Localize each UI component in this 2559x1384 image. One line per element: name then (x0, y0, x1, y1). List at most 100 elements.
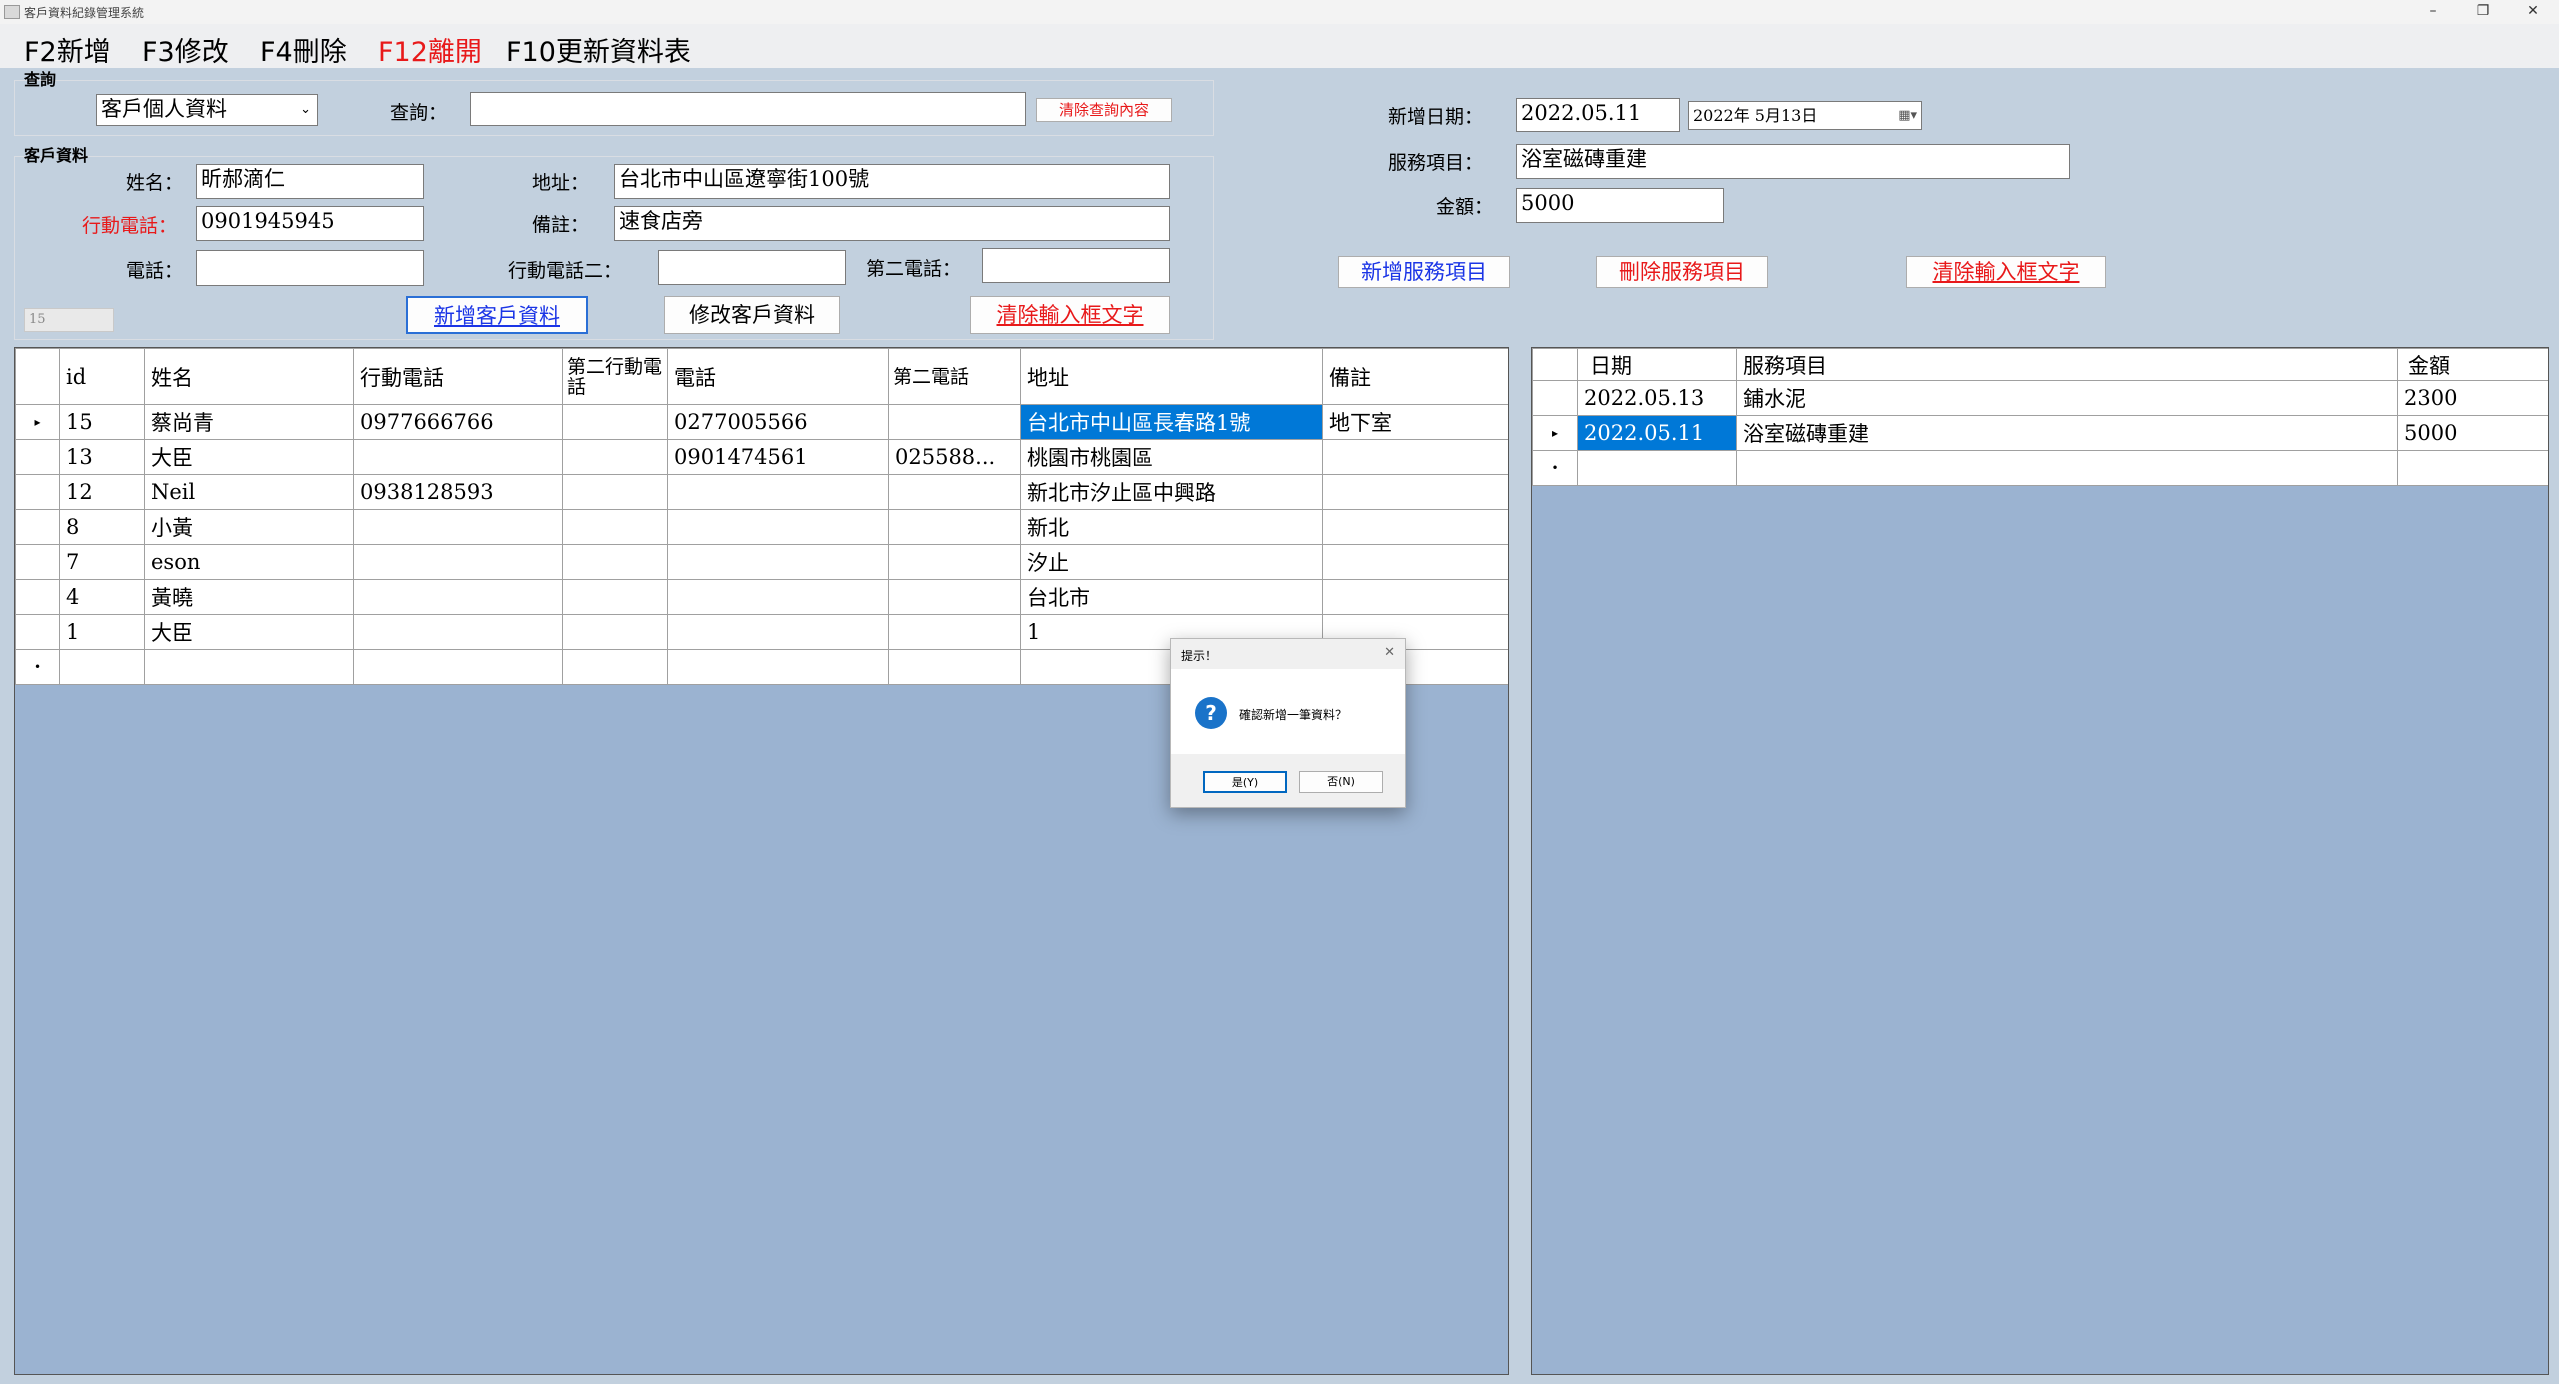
new-row[interactable]: • (1532, 450, 2548, 486)
table-cell[interactable] (667, 509, 889, 545)
mobile-input[interactable]: 0901945945 (196, 206, 424, 241)
table-cell[interactable] (353, 614, 563, 650)
row-header[interactable] (15, 544, 60, 580)
table-cell[interactable] (888, 474, 1021, 510)
table-cell[interactable] (888, 579, 1021, 615)
calendar-icon[interactable]: ▦▾ (1898, 102, 1917, 129)
table-row[interactable]: 13 大臣 0901474561 025588... 桃園市桃園區 (15, 439, 1508, 475)
table-cell[interactable]: 2300 (2397, 380, 2548, 416)
table-row[interactable]: 12 Neil 0938128593 新北市汐止區中興路 (15, 474, 1508, 510)
table-cell[interactable] (353, 579, 563, 615)
query-type-select[interactable]: 客戶個人資料 ⌄ (96, 94, 318, 126)
close-button[interactable]: ✕ (2510, 0, 2556, 24)
selected-cell[interactable]: 台北市中山區長春路1號 (1020, 404, 1323, 440)
table-cell[interactable] (667, 614, 889, 650)
add-service-button[interactable]: 新增服務項目 (1338, 256, 1510, 288)
row-header[interactable] (15, 579, 60, 615)
table-cell[interactable] (667, 649, 889, 685)
date-picker[interactable]: 2022年 5月13日 ▦▾ (1688, 101, 1922, 130)
table-cell[interactable] (1736, 450, 2398, 486)
table-row[interactable]: 8 小黃 新北 (15, 509, 1508, 545)
table-row[interactable]: 7 eson 汐止 (15, 544, 1508, 580)
minimize-button[interactable]: – (2410, 0, 2456, 24)
table-cell[interactable] (1577, 450, 1737, 486)
menu-add[interactable]: F2新增 (24, 30, 111, 69)
table-cell[interactable]: 8 (59, 509, 145, 545)
table-cell[interactable] (353, 439, 563, 475)
table-row[interactable]: ▸ 15 蔡尚青 0977666766 0277005566 台北市中山區長春路… (15, 404, 1508, 440)
table-cell[interactable] (888, 544, 1021, 580)
table-cell[interactable] (562, 404, 668, 440)
add-customer-button[interactable]: 新增客戶資料 (406, 296, 588, 334)
table-cell[interactable]: 12 (59, 474, 145, 510)
column-header[interactable]: 行動電話 (353, 348, 563, 405)
table-cell[interactable]: 4 (59, 579, 145, 615)
table-cell[interactable]: 蔡尚青 (144, 404, 354, 440)
table-cell[interactable]: 13 (59, 439, 145, 475)
table-cell[interactable] (562, 649, 668, 685)
table-cell[interactable] (59, 649, 145, 685)
column-header[interactable]: 地址 (1020, 348, 1323, 405)
table-cell[interactable]: 1 (59, 614, 145, 650)
table-cell[interactable] (562, 439, 668, 475)
table-cell[interactable]: 大臣 (144, 614, 354, 650)
table-cell[interactable] (562, 614, 668, 650)
table-cell[interactable] (1322, 474, 1508, 510)
table-cell[interactable] (888, 509, 1021, 545)
no-button[interactable]: 否(N) (1299, 771, 1383, 793)
table-cell[interactable]: 汐止 (1020, 544, 1323, 580)
table-cell[interactable]: eson (144, 544, 354, 580)
row-header[interactable] (15, 474, 60, 510)
table-row[interactable]: ▸ 2022.05.11 浴室磁磚重建 5000 (1532, 415, 2548, 451)
clear-service-button[interactable]: 清除輸入框文字 (1906, 256, 2106, 288)
menu-exit[interactable]: F12離開 (378, 30, 482, 69)
menu-delete[interactable]: F4刪除 (260, 30, 347, 69)
close-icon[interactable]: ✕ (1384, 645, 1395, 660)
service-item-input[interactable]: 浴室磁磚重建 (1516, 144, 2070, 179)
table-cell[interactable] (888, 404, 1021, 440)
table-cell[interactable]: 台北市 (1020, 579, 1323, 615)
table-cell[interactable]: 0938128593 (353, 474, 563, 510)
table-cell[interactable] (667, 474, 889, 510)
table-cell[interactable]: 桃園市桃園區 (1020, 439, 1323, 475)
query-input[interactable] (470, 92, 1026, 126)
table-cell[interactable]: 2022.05.13 (1577, 380, 1737, 416)
table-cell[interactable]: 大臣 (144, 439, 354, 475)
name-input[interactable]: 昕郝滴仁 (196, 164, 424, 199)
table-cell[interactable]: 15 (59, 404, 145, 440)
column-header[interactable]: 姓名 (144, 348, 354, 405)
services-grid[interactable]: 日期 服務項目 金額 2022.05.13 鋪水泥 2300 ▸ 2022.05… (1531, 347, 2549, 1375)
table-cell[interactable]: 鋪水泥 (1736, 380, 2398, 416)
phone-input[interactable] (196, 250, 424, 286)
table-row[interactable]: 4 黃曉 台北市 (15, 579, 1508, 615)
row-header[interactable] (15, 509, 60, 545)
table-cell[interactable] (888, 614, 1021, 650)
table-cell[interactable]: 7 (59, 544, 145, 580)
column-header[interactable]: 電話 (667, 348, 889, 405)
table-cell[interactable] (1322, 579, 1508, 615)
table-cell[interactable] (353, 649, 563, 685)
table-cell[interactable]: 黃曉 (144, 579, 354, 615)
customers-grid[interactable]: id 姓名 行動電話 第二行動電話 電話 第二電話 地址 備註 ▸ 15 蔡尚青… (14, 347, 1509, 1375)
table-cell[interactable] (667, 579, 889, 615)
amount-input[interactable]: 5000 (1516, 188, 1724, 223)
table-cell[interactable]: 地下室 (1322, 404, 1508, 440)
column-header[interactable]: 金額 (2397, 348, 2548, 381)
table-cell[interactable]: 浴室磁磚重建 (1736, 415, 2398, 451)
delete-service-button[interactable]: 刪除服務項目 (1596, 256, 1768, 288)
menu-edit[interactable]: F3修改 (142, 30, 229, 69)
column-header[interactable]: 服務項目 (1736, 348, 2398, 381)
table-cell[interactable]: 小黃 (144, 509, 354, 545)
table-cell[interactable]: 5000 (2397, 415, 2548, 451)
row-header[interactable] (15, 614, 60, 650)
table-cell[interactable] (562, 579, 668, 615)
column-header[interactable]: id (59, 348, 145, 405)
table-cell[interactable]: 新北市汐止區中興路 (1020, 474, 1323, 510)
yes-button[interactable]: 是(Y) (1203, 771, 1287, 793)
menu-refresh[interactable]: F10更新資料表 (506, 30, 691, 69)
table-cell[interactable] (353, 544, 563, 580)
clear-query-button[interactable]: 清除查詢內容 (1036, 98, 1172, 122)
table-cell[interactable] (562, 509, 668, 545)
column-header[interactable]: 第二電話 (888, 348, 1021, 405)
table-cell[interactable]: 025588... (888, 439, 1021, 475)
